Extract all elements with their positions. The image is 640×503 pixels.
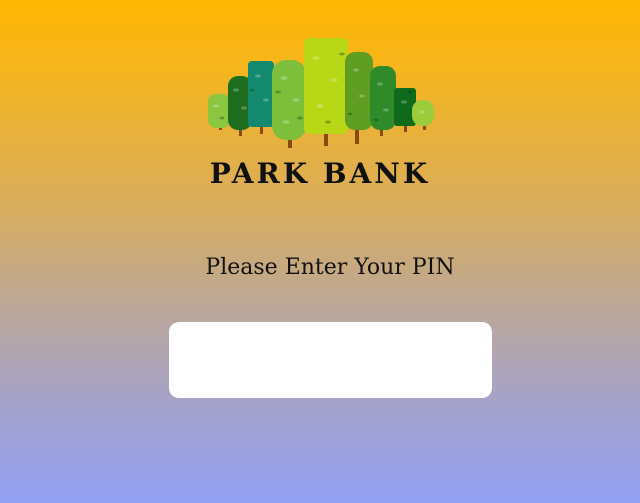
brand-name: PARK BANK bbox=[209, 157, 431, 190]
pin-input[interactable] bbox=[169, 322, 492, 398]
pin-prompt: Please Enter Your PIN bbox=[205, 255, 455, 280]
forest-trees-icon bbox=[208, 38, 434, 148]
